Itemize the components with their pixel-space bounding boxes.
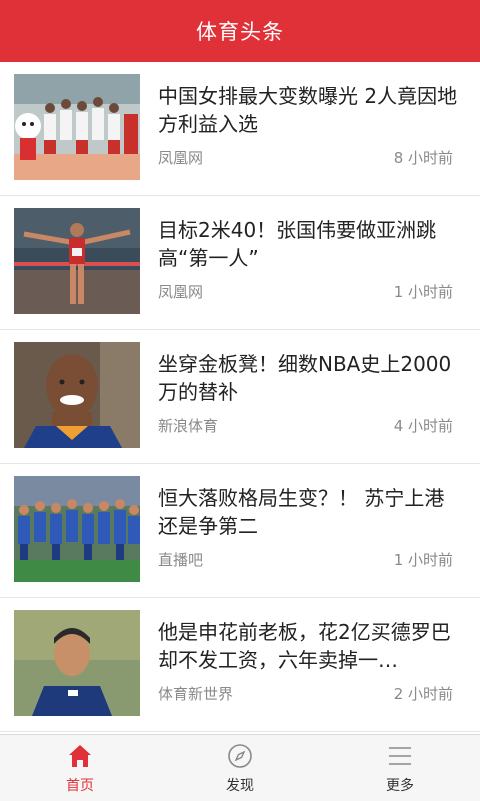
news-thumbnail-coach[interactable] bbox=[14, 610, 140, 716]
volleyball-team-image bbox=[14, 74, 140, 180]
news-time: 1 小时前 bbox=[393, 283, 453, 301]
news-title[interactable]: 恒大落败格局生变？！ 苏宁上港还是争第二 bbox=[158, 484, 458, 540]
home-icon bbox=[69, 745, 91, 767]
news-time: 2 小时前 bbox=[393, 685, 453, 703]
news-thumbnail-high-jump[interactable] bbox=[14, 208, 140, 314]
news-title[interactable]: 目标2米40！张国伟要做亚洲跳高“第一人” bbox=[158, 216, 458, 272]
soccer-coach-image bbox=[14, 610, 140, 716]
menu-icon bbox=[389, 747, 411, 765]
news-list[interactable]: 中国女排最大变数曝光 2人竟因地方利益入选 凤凰网 8 小时前 目标2米40！张… bbox=[0, 62, 480, 734]
soccer-team-image bbox=[14, 476, 140, 582]
news-time: 4 小时前 bbox=[393, 417, 453, 435]
news-source: 新浪体育 bbox=[158, 417, 219, 435]
news-time: 8 小时前 bbox=[393, 149, 453, 167]
compass-icon bbox=[228, 744, 252, 768]
high-jumper-image bbox=[14, 208, 140, 314]
news-item[interactable]: 他是申花前老板，花2亿买德罗巴却不发工资，六年卖掉一… 体育新世界 2 小时前 bbox=[0, 598, 480, 732]
news-source: 直播吧 bbox=[158, 551, 204, 569]
basketball-player-image bbox=[14, 342, 140, 448]
news-item[interactable]: 目标2米40！张国伟要做亚洲跳高“第一人” 凤凰网 1 小时前 bbox=[0, 196, 480, 330]
news-thumbnail-volleyball[interactable] bbox=[14, 74, 140, 180]
bottom-tab-bar: 首页 发现 更多 bbox=[0, 734, 480, 801]
tab-label: 发现 bbox=[226, 778, 254, 794]
news-thumbnail-soccer-team[interactable] bbox=[14, 476, 140, 582]
news-source: 凤凰网 bbox=[158, 283, 204, 301]
news-title[interactable]: 中国女排最大变数曝光 2人竟因地方利益入选 bbox=[158, 82, 458, 138]
app-header: 体育头条 bbox=[0, 0, 480, 62]
news-time: 1 小时前 bbox=[393, 551, 453, 569]
news-thumbnail-basketball[interactable] bbox=[14, 342, 140, 448]
tab-home[interactable]: 首页 bbox=[0, 735, 160, 801]
tab-label: 首页 bbox=[66, 778, 94, 794]
news-item[interactable]: 坐穿金板凳！细数NBA史上2000万的替补 新浪体育 4 小时前 bbox=[0, 330, 480, 464]
news-item[interactable]: 恒大落败格局生变？！ 苏宁上港还是争第二 直播吧 1 小时前 bbox=[0, 464, 480, 598]
page-title: 体育头条 bbox=[196, 20, 284, 44]
tab-discover[interactable]: 发现 bbox=[160, 735, 320, 801]
news-title[interactable]: 坐穿金板凳！细数NBA史上2000万的替补 bbox=[158, 350, 458, 406]
news-source: 凤凰网 bbox=[158, 149, 204, 167]
news-item[interactable]: 中国女排最大变数曝光 2人竟因地方利益入选 凤凰网 8 小时前 bbox=[0, 62, 480, 196]
tab-label: 更多 bbox=[386, 778, 414, 794]
news-title[interactable]: 他是申花前老板，花2亿买德罗巴却不发工资，六年卖掉一… bbox=[158, 618, 458, 674]
tab-more[interactable]: 更多 bbox=[320, 735, 480, 801]
news-source: 体育新世界 bbox=[158, 685, 234, 703]
